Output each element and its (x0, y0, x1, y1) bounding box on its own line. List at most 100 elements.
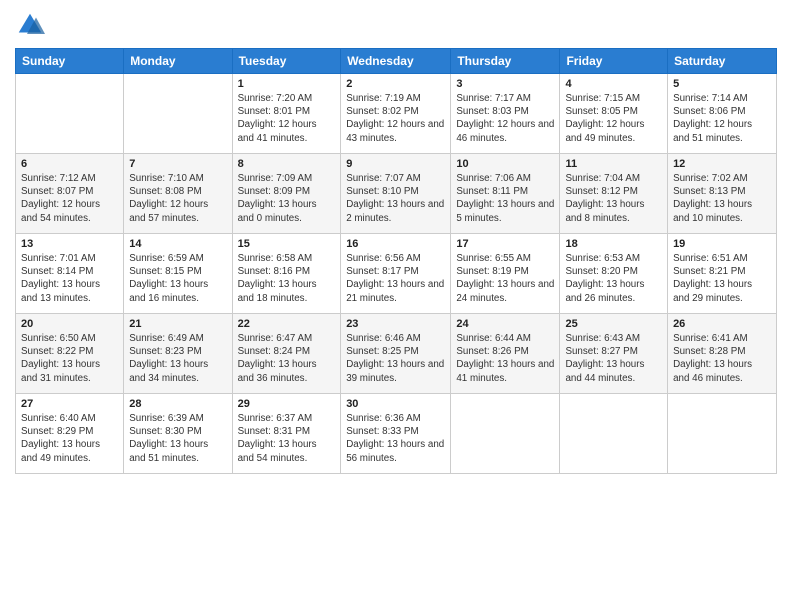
calendar-cell (560, 394, 668, 474)
day-info: Sunrise: 7:06 AMSunset: 8:11 PMDaylight:… (456, 172, 554, 225)
calendar-cell: 20 Sunrise: 6:50 AMSunset: 8:22 PMDayligh… (16, 314, 124, 394)
calendar-cell: 29Sunrise: 6:37 AMSunset: 8:31 PMDayligh… (232, 394, 341, 474)
calendar-cell: 30 Sunrise: 6:36 AMSunset: 8:33 PMDayligh… (341, 394, 451, 474)
calendar-cell: 17 Sunrise: 6:55 AMSunset: 8:19 PMDayligh… (451, 234, 560, 314)
day-number: 3 (456, 78, 554, 90)
day-number: 16 (346, 238, 445, 250)
calendar-cell: 7 Sunrise: 7:10 AMSunset: 8:08 PMDaylight… (124, 154, 232, 234)
calendar-cell: 28 Sunrise: 6:39 AMSunset: 8:30 PMDayligh… (124, 394, 232, 474)
page: SundayMondayTuesdayWednesdayThursdayFrid… (0, 0, 792, 612)
day-info: Sunrise: 6:53 AMSunset: 8:20 PMDaylight:… (565, 252, 662, 305)
day-header-monday: Monday (124, 49, 232, 74)
day-info: Sunrise: 6:46 AMSunset: 8:25 PMDaylight:… (346, 332, 445, 385)
day-number: 15 (238, 238, 336, 250)
calendar-week-2: 6 Sunrise: 7:12 AMSunset: 8:07 PMDaylight… (16, 154, 777, 234)
day-number: 7 (129, 158, 226, 170)
day-info: Sunrise: 6:41 AMSunset: 8:28 PMDaylight:… (673, 332, 771, 385)
day-info: Sunrise: 7:17 AMSunset: 8:03 PMDaylight:… (456, 92, 554, 145)
day-header-wednesday: Wednesday (341, 49, 451, 74)
day-number: 12 (673, 158, 771, 170)
day-info: Sunrise: 7:12 AMSunset: 8:07 PMDaylight:… (21, 172, 118, 225)
day-number: 25 (565, 318, 662, 330)
day-number: 17 (456, 238, 554, 250)
day-info: Sunrise: 7:07 AMSunset: 8:10 PMDaylight:… (346, 172, 445, 225)
calendar-cell: 15 Sunrise: 6:58 AMSunset: 8:16 PMDayligh… (232, 234, 341, 314)
day-number: 22 (238, 318, 336, 330)
day-info: Sunrise: 7:19 AMSunset: 8:02 PMDaylight:… (346, 92, 445, 145)
calendar-cell: 26Sunrise: 6:41 AMSunset: 8:28 PMDayligh… (668, 314, 777, 394)
calendar-cell: 1 Sunrise: 7:20 AMSunset: 8:01 PMDaylight… (232, 74, 341, 154)
day-info: Sunrise: 7:04 AMSunset: 8:12 PMDaylight:… (565, 172, 662, 225)
header-row: SundayMondayTuesdayWednesdayThursdayFrid… (16, 49, 777, 74)
day-info: Sunrise: 6:49 AMSunset: 8:23 PMDaylight:… (129, 332, 226, 385)
day-header-tuesday: Tuesday (232, 49, 341, 74)
day-info: Sunrise: 6:39 AMSunset: 8:30 PMDaylight:… (129, 412, 226, 465)
calendar-cell: 18 Sunrise: 6:53 AMSunset: 8:20 PMDayligh… (560, 234, 668, 314)
header (15, 10, 777, 40)
day-info: Sunrise: 6:40 AMSunset: 8:29 PMDaylight:… (21, 412, 118, 465)
day-number: 5 (673, 78, 771, 90)
calendar-cell: 9 Sunrise: 7:07 AMSunset: 8:10 PMDaylight… (341, 154, 451, 234)
calendar-cell: 27 Sunrise: 6:40 AMSunset: 8:29 PMDayligh… (16, 394, 124, 474)
logo-icon (15, 10, 45, 40)
calendar-cell: 2 Sunrise: 7:19 AMSunset: 8:02 PMDaylight… (341, 74, 451, 154)
day-number: 28 (129, 398, 226, 410)
calendar-cell: 22 Sunrise: 6:47 AMSunset: 8:24 PMDayligh… (232, 314, 341, 394)
day-number: 23 (346, 318, 445, 330)
day-info: Sunrise: 6:37 AMSunset: 8:31 PMDaylight:… (238, 412, 336, 465)
calendar-cell: 8 Sunrise: 7:09 AMSunset: 8:09 PMDaylight… (232, 154, 341, 234)
day-info: Sunrise: 7:14 AMSunset: 8:06 PMDaylight:… (673, 92, 771, 145)
day-header-sunday: Sunday (16, 49, 124, 74)
calendar-cell (668, 394, 777, 474)
day-header-saturday: Saturday (668, 49, 777, 74)
day-info: Sunrise: 6:47 AMSunset: 8:24 PMDaylight:… (238, 332, 336, 385)
day-number: 14 (129, 238, 226, 250)
calendar-cell: 19Sunrise: 6:51 AMSunset: 8:21 PMDayligh… (668, 234, 777, 314)
day-info: Sunrise: 6:43 AMSunset: 8:27 PMDaylight:… (565, 332, 662, 385)
day-info: Sunrise: 6:50 AMSunset: 8:22 PMDaylight:… (21, 332, 118, 385)
day-number: 20 (21, 318, 118, 330)
calendar-cell: 6 Sunrise: 7:12 AMSunset: 8:07 PMDaylight… (16, 154, 124, 234)
day-number: 27 (21, 398, 118, 410)
day-info: Sunrise: 7:20 AMSunset: 8:01 PMDaylight:… (238, 92, 336, 145)
day-info: Sunrise: 7:09 AMSunset: 8:09 PMDaylight:… (238, 172, 336, 225)
day-info: Sunrise: 7:15 AMSunset: 8:05 PMDaylight:… (565, 92, 662, 145)
day-number: 2 (346, 78, 445, 90)
calendar-cell: 10Sunrise: 7:06 AMSunset: 8:11 PMDayligh… (451, 154, 560, 234)
calendar-cell: 11Sunrise: 7:04 AMSunset: 8:12 PMDayligh… (560, 154, 668, 234)
day-info: Sunrise: 6:55 AMSunset: 8:19 PMDaylight:… (456, 252, 554, 305)
calendar-table: SundayMondayTuesdayWednesdayThursdayFrid… (15, 48, 777, 474)
calendar-cell (451, 394, 560, 474)
day-number: 30 (346, 398, 445, 410)
day-number: 1 (238, 78, 336, 90)
calendar-cell (16, 74, 124, 154)
calendar-cell: 4 Sunrise: 7:15 AMSunset: 8:05 PMDaylight… (560, 74, 668, 154)
day-info: Sunrise: 6:58 AMSunset: 8:16 PMDaylight:… (238, 252, 336, 305)
logo (15, 10, 49, 40)
day-info: Sunrise: 6:36 AMSunset: 8:33 PMDaylight:… (346, 412, 445, 465)
calendar-week-4: 20 Sunrise: 6:50 AMSunset: 8:22 PMDayligh… (16, 314, 777, 394)
calendar-header: SundayMondayTuesdayWednesdayThursdayFrid… (16, 49, 777, 74)
day-info: Sunrise: 7:10 AMSunset: 8:08 PMDaylight:… (129, 172, 226, 225)
day-header-thursday: Thursday (451, 49, 560, 74)
day-number: 18 (565, 238, 662, 250)
calendar-week-3: 13Sunrise: 7:01 AMSunset: 8:14 PMDayligh… (16, 234, 777, 314)
calendar-cell: 3 Sunrise: 7:17 AMSunset: 8:03 PMDaylight… (451, 74, 560, 154)
day-number: 24 (456, 318, 554, 330)
day-info: Sunrise: 6:56 AMSunset: 8:17 PMDaylight:… (346, 252, 445, 305)
day-number: 21 (129, 318, 226, 330)
calendar-cell: 13Sunrise: 7:01 AMSunset: 8:14 PMDayligh… (16, 234, 124, 314)
day-number: 9 (346, 158, 445, 170)
calendar-week-1: 1 Sunrise: 7:20 AMSunset: 8:01 PMDaylight… (16, 74, 777, 154)
calendar-cell: 21 Sunrise: 6:49 AMSunset: 8:23 PMDayligh… (124, 314, 232, 394)
day-number: 6 (21, 158, 118, 170)
calendar-body: 1 Sunrise: 7:20 AMSunset: 8:01 PMDaylight… (16, 74, 777, 474)
calendar-cell: 14Sunrise: 6:59 AMSunset: 8:15 PMDayligh… (124, 234, 232, 314)
calendar-cell: 5 Sunrise: 7:14 AMSunset: 8:06 PMDaylight… (668, 74, 777, 154)
day-number: 4 (565, 78, 662, 90)
calendar-week-5: 27 Sunrise: 6:40 AMSunset: 8:29 PMDayligh… (16, 394, 777, 474)
day-number: 8 (238, 158, 336, 170)
day-number: 19 (673, 238, 771, 250)
day-header-friday: Friday (560, 49, 668, 74)
day-info: Sunrise: 6:44 AMSunset: 8:26 PMDaylight:… (456, 332, 554, 385)
